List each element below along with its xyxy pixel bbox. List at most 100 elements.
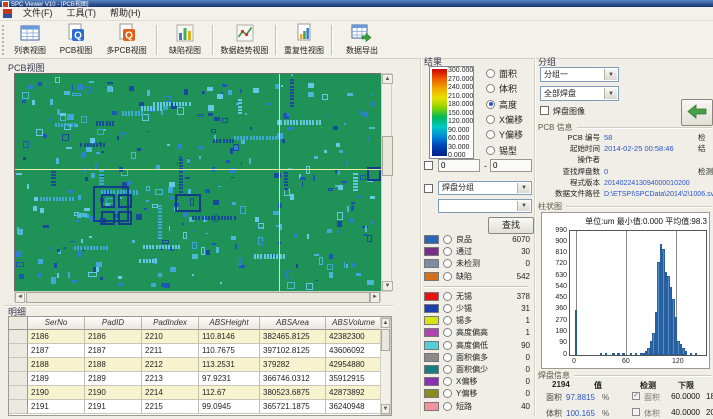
toolbar-button-多PCB视图[interactable]: Q多PCB视图 — [99, 23, 154, 57]
pcb-board-canvas[interactable] — [14, 73, 382, 292]
metric-radio-Y偏移[interactable]: Y偏移 — [486, 129, 523, 140]
radio-icon[interactable] — [486, 84, 495, 93]
metric-radio-面积[interactable]: 面积 — [486, 68, 517, 79]
table-row[interactable]: 21892189221397.9231366746.031235912915 — [9, 372, 391, 386]
pcb-component — [132, 240, 136, 242]
table-row[interactable]: 219021902214112.67380523.687542873892 — [9, 386, 391, 400]
menu-item-1[interactable]: 工具(T) — [60, 7, 104, 20]
scroll-down-icon[interactable]: ▼ — [382, 281, 393, 291]
scrollbar-thumb[interactable] — [382, 136, 393, 176]
radio-icon[interactable] — [443, 377, 452, 386]
table-row[interactable]: 218821882212113.253137928242954880 — [9, 358, 391, 372]
radio-icon[interactable] — [443, 292, 452, 301]
radio-icon[interactable] — [443, 365, 452, 374]
pcb-component — [205, 216, 207, 221]
pcb-component — [287, 282, 295, 289]
column-header-ABSVolume[interactable]: ABSVolume — [326, 317, 382, 330]
menu-item-2[interactable]: 帮助(H) — [103, 7, 148, 20]
pcb-component — [59, 197, 61, 202]
scroll-up-icon[interactable]: ▲ — [382, 74, 393, 84]
info-value: 2014022413094000010200 — [604, 180, 690, 187]
radio-icon[interactable] — [443, 259, 452, 268]
column-header-ABSArea[interactable]: ABSArea — [260, 317, 326, 330]
radio-icon[interactable] — [443, 353, 452, 362]
toolbar-button-PCB视图[interactable]: QPCB视图 — [53, 23, 99, 57]
legend-count: 31 — [521, 304, 530, 313]
chevron-down-icon[interactable]: ▼ — [517, 183, 530, 193]
radio-icon[interactable] — [443, 341, 452, 350]
radio-icon[interactable] — [443, 247, 452, 256]
pcb-component — [309, 120, 311, 125]
secondary-combo[interactable]: ▼ — [438, 199, 532, 213]
radio-icon[interactable] — [443, 272, 452, 281]
toolbar-button-数据趋势视图[interactable]: 数据趋势视图 — [216, 23, 273, 57]
checkbox-icon[interactable]: ✓ — [632, 392, 640, 400]
pcb-component — [40, 208, 44, 213]
radio-icon[interactable] — [486, 146, 495, 155]
col-value: 值 — [594, 380, 602, 391]
table-cell: 2189 — [85, 372, 142, 386]
column-header-ABSHeight[interactable]: ABSHeight — [199, 317, 260, 330]
checkbox-icon[interactable] — [632, 408, 640, 416]
chevron-down-icon[interactable]: ▼ — [517, 201, 530, 211]
table-vertical-scrollbar[interactable]: ▲ ▼ — [380, 317, 391, 415]
scroll-up-icon[interactable]: ▲ — [381, 318, 390, 328]
pad-group-checkbox[interactable] — [424, 184, 433, 193]
pcb-component — [99, 183, 104, 185]
table-row[interactable]: 21912191221599.0945365721.187536240948 — [9, 400, 391, 414]
group-combo[interactable]: 分组一 ▼ — [540, 67, 619, 82]
metric-radio-X偏移[interactable]: X偏移 — [486, 114, 523, 125]
scale-tick-label: 90.000 — [448, 127, 474, 135]
pcb-component — [179, 178, 184, 180]
toolbar-button-列表视图[interactable]: 列表视图 — [7, 23, 53, 57]
range-from-input[interactable] — [438, 159, 480, 172]
scrollbar-thumb[interactable] — [26, 292, 370, 303]
pcb-component — [327, 229, 332, 233]
defect-view-icon — [175, 23, 195, 45]
scroll-right-icon[interactable]: ► — [370, 292, 380, 303]
column-header-PadIndex[interactable]: PadIndex — [142, 317, 199, 330]
metric-radio-体积[interactable]: 体积 — [486, 83, 517, 94]
radio-icon[interactable] — [443, 389, 452, 398]
table-row[interactable]: 218621862210110.8146382465.812542382300 — [9, 330, 391, 344]
toolbar-button-重复性视图[interactable]: 重复性视图 — [279, 23, 329, 57]
radio-icon[interactable] — [486, 69, 495, 78]
metric-radio-锡型[interactable]: 锡型 — [486, 145, 517, 156]
scroll-left-icon[interactable]: ◄ — [15, 292, 25, 303]
radio-icon[interactable] — [443, 235, 452, 244]
range-filter-checkbox[interactable] — [424, 161, 433, 170]
radio-icon[interactable] — [443, 304, 452, 313]
pcb-component — [266, 103, 271, 106]
pcb-component — [103, 246, 105, 251]
scrollbar-thumb[interactable] — [381, 329, 390, 351]
radio-icon[interactable] — [486, 115, 495, 124]
metric-radio-高度[interactable]: 高度 — [486, 99, 517, 110]
color-swatch — [424, 365, 439, 374]
radio-icon[interactable] — [443, 402, 452, 411]
pcb-horizontal-scrollbar[interactable]: ◄ ► — [14, 291, 381, 302]
range-to-input[interactable] — [490, 159, 532, 172]
scroll-down-icon[interactable]: ▼ — [381, 404, 390, 414]
pads-combo[interactable]: 全部焊盘 ▼ — [540, 86, 619, 101]
radio-icon[interactable] — [443, 328, 452, 337]
search-button[interactable]: 查找 — [488, 217, 534, 234]
radio-icon[interactable] — [443, 316, 452, 325]
pad-image-checkbox[interactable] — [540, 106, 549, 115]
pad-group-combo[interactable]: 焊盘分组 ▼ — [438, 181, 532, 195]
column-header-PadID[interactable]: PadID — [85, 317, 142, 330]
pcb-component — [233, 144, 239, 152]
toolbar-button-数据导出[interactable]: 数据导出 — [335, 23, 389, 57]
pcb-component — [72, 93, 81, 97]
chevron-down-icon[interactable]: ▼ — [604, 69, 617, 80]
pcb-vertical-scrollbar[interactable]: ▲ ▼ — [381, 73, 392, 292]
pcb-component — [307, 234, 310, 240]
histogram-y-tick: 900 — [544, 238, 567, 245]
table-row[interactable]: 218721872211110.7675397102.812543606092 — [9, 344, 391, 358]
pcb-component — [223, 139, 225, 144]
column-header-SerNo[interactable]: SerNo — [28, 317, 85, 330]
radio-icon[interactable] — [486, 130, 495, 139]
chevron-down-icon[interactable]: ▼ — [604, 88, 617, 99]
menu-item-0[interactable]: 文件(F) — [16, 7, 60, 20]
toolbar-button-缺陷视图[interactable]: 缺陷视图 — [160, 23, 210, 57]
radio-icon[interactable] — [486, 100, 495, 109]
